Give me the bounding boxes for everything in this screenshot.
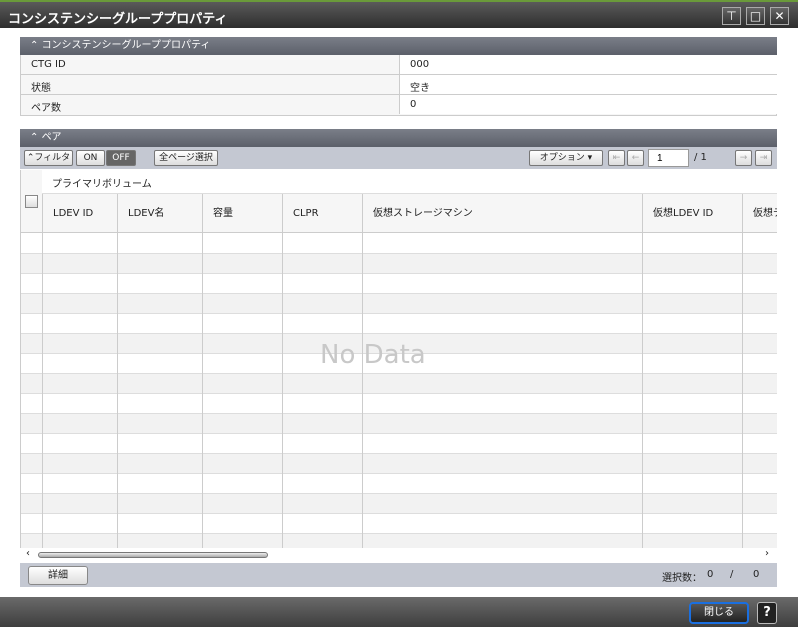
filter-off-button[interactable]: OFF xyxy=(106,150,136,166)
column-header-virtual-device[interactable]: 仮想デ xyxy=(742,194,777,233)
table-row xyxy=(21,274,777,294)
table-row xyxy=(21,394,777,414)
detail-button[interactable]: 詳細 xyxy=(28,566,88,585)
scroll-left-icon[interactable]: ‹ xyxy=(26,548,30,559)
column-divider xyxy=(642,233,643,548)
table-row xyxy=(21,534,777,548)
filter-button[interactable]: ⌃フィルタ xyxy=(24,150,73,166)
selected-count: 0 xyxy=(707,569,714,580)
prev-page-icon[interactable]: ← xyxy=(627,150,644,166)
pairs-section-header[interactable]: ⌃ ペア xyxy=(20,129,777,147)
column-header-virtual-storage-machine[interactable]: 仮想ストレージマシン xyxy=(362,194,642,233)
section-title: コンシステンシーグループプロパティ xyxy=(41,40,211,51)
scroll-right-icon[interactable]: › xyxy=(765,548,769,559)
page-number-input[interactable] xyxy=(648,149,689,167)
table-row xyxy=(21,414,777,434)
table-footer: 詳細 選択数： 0 / 0 xyxy=(20,563,777,587)
column-header-ldev-id[interactable]: LDEV ID xyxy=(42,194,117,233)
table-row xyxy=(21,474,777,494)
table-row xyxy=(21,434,777,454)
collapse-icon: ⌃ xyxy=(30,40,42,51)
next-page-icon[interactable]: → xyxy=(735,150,752,166)
property-row: CTG ID 000 xyxy=(20,55,777,75)
property-row: ペア数 0 xyxy=(20,95,777,116)
last-page-icon[interactable]: ⇥ xyxy=(755,150,772,166)
table-row xyxy=(21,314,777,334)
column-header-virtual-ldev-id[interactable]: 仮想LDEV ID xyxy=(642,194,742,233)
options-dropdown[interactable]: オプション ▾ xyxy=(529,150,603,166)
select-all-header xyxy=(21,170,42,233)
property-label: ペア数 xyxy=(31,103,61,114)
property-label: CTG ID xyxy=(31,59,66,70)
dialog-button-bar: 閉じる ? xyxy=(0,597,798,627)
column-header-ldev-name[interactable]: LDEV名 xyxy=(117,194,202,233)
total-count: 0 xyxy=(753,569,760,580)
selection-separator: / xyxy=(730,569,734,580)
maximize-icon[interactable]: □ xyxy=(746,7,765,25)
column-divider xyxy=(282,233,283,548)
group-header-primary-volume: プライマリボリューム xyxy=(42,170,777,194)
section-title: ペア xyxy=(41,132,62,143)
title-bar: コンシステンシーグループプロパティ ⊤ □ ✕ xyxy=(0,0,798,28)
close-button[interactable]: 閉じる xyxy=(689,602,749,624)
close-icon[interactable]: ✕ xyxy=(770,7,789,25)
property-value: 空き xyxy=(399,75,777,94)
table-row xyxy=(21,254,777,274)
help-button[interactable]: ? xyxy=(757,602,777,624)
horizontal-scrollbar[interactable]: ‹ › xyxy=(20,548,777,563)
table-row xyxy=(21,294,777,314)
column-divider xyxy=(362,233,363,548)
restore-icon[interactable]: ⊤ xyxy=(722,7,741,25)
table-row xyxy=(21,374,777,394)
first-page-icon[interactable]: ⇤ xyxy=(608,150,625,166)
property-label: 状態 xyxy=(31,83,51,94)
property-value: 0 xyxy=(399,95,777,114)
column-divider xyxy=(117,233,118,548)
table-row xyxy=(21,234,777,254)
total-pages: / 1 xyxy=(694,152,707,163)
select-all-checkbox[interactable] xyxy=(25,195,38,208)
table-row xyxy=(21,494,777,514)
table-row xyxy=(21,454,777,474)
collapse-icon: ⌃ xyxy=(30,132,42,143)
selection-label: 選択数： xyxy=(662,573,702,584)
no-data-message: No Data xyxy=(320,340,426,370)
filter-on-button[interactable]: ON xyxy=(76,150,105,166)
window-title: コンシステンシーグループプロパティ xyxy=(8,12,228,27)
column-divider xyxy=(202,233,203,548)
property-row: 状態 空き xyxy=(20,75,777,95)
table-toolbar: ⌃フィルタ ON OFF 全ページ選択 オプション ▾ ⇤ ← / 1 → ⇥ xyxy=(20,147,777,169)
properties-section-header[interactable]: ⌃ コンシステンシーグループプロパティ xyxy=(20,37,777,55)
table-row xyxy=(21,514,777,534)
column-divider xyxy=(742,233,743,548)
scrollbar-thumb[interactable] xyxy=(38,552,268,558)
column-header-clpr[interactable]: CLPR xyxy=(282,194,362,233)
column-header-capacity[interactable]: 容量 xyxy=(202,194,282,233)
column-divider xyxy=(42,233,43,548)
property-value: 000 xyxy=(399,55,777,74)
select-all-pages-button[interactable]: 全ページ選択 xyxy=(154,150,218,166)
